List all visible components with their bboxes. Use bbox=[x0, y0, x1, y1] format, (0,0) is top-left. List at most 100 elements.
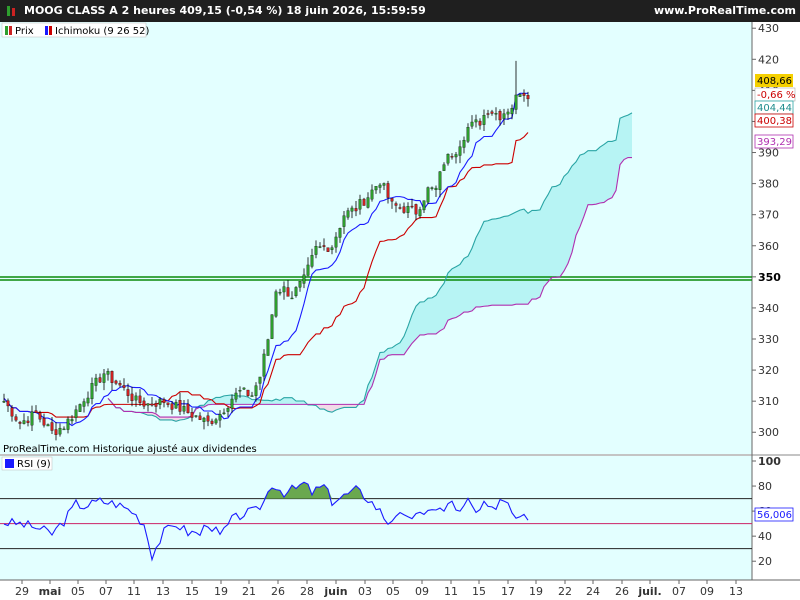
cloud-segment bbox=[240, 395, 244, 405]
cloud-segment bbox=[476, 230, 480, 307]
prix-legend-swatch-red bbox=[9, 26, 12, 35]
cloud-segment bbox=[504, 215, 508, 306]
cloud-segment bbox=[488, 219, 492, 306]
cloud-segment bbox=[508, 214, 512, 306]
cloud-segment bbox=[576, 155, 580, 236]
site-link[interactable]: www.ProRealTime.com bbox=[654, 0, 796, 22]
candle bbox=[326, 247, 330, 252]
rsi-tick-label: 20 bbox=[758, 555, 772, 568]
cloud-segment bbox=[512, 212, 516, 306]
cloud-segment bbox=[540, 201, 544, 297]
cloud-segment bbox=[592, 150, 596, 205]
time-tick-label: juil. bbox=[637, 585, 661, 598]
cloud-segment bbox=[536, 209, 540, 300]
cloud-segment bbox=[464, 256, 468, 313]
time-tick-label: 07 bbox=[99, 585, 113, 598]
kijun-label: 400,38 bbox=[757, 116, 792, 127]
cloud-segment bbox=[604, 141, 608, 203]
rsi-panel-bg bbox=[0, 456, 752, 580]
senkou-b-label: 393,29 bbox=[757, 137, 792, 148]
cloud-segment bbox=[456, 264, 460, 318]
cloud-segment bbox=[496, 217, 500, 306]
time-tick-label: 11 bbox=[127, 585, 141, 598]
time-tick-label: 15 bbox=[185, 585, 199, 598]
cloud-segment bbox=[484, 220, 488, 307]
cloud-segment bbox=[480, 221, 484, 307]
time-tick-label: 13 bbox=[156, 585, 170, 598]
candle bbox=[246, 389, 250, 397]
cloud-segment bbox=[460, 258, 464, 316]
price-legend[interactable]: Prix Ichimoku (9 26 52) bbox=[1, 22, 149, 38]
rsi-tick-label: 40 bbox=[758, 530, 772, 543]
chart-type-icon[interactable] bbox=[4, 4, 18, 18]
cloud-segment bbox=[568, 166, 572, 264]
time-tick-label: 19 bbox=[214, 585, 228, 598]
time-tick-label: juin bbox=[323, 585, 347, 598]
price-tick-label: 430 bbox=[758, 22, 779, 35]
time-tick-label: 09 bbox=[700, 585, 714, 598]
price-tick-label: 390 bbox=[758, 147, 779, 160]
time-tick-label: 26 bbox=[615, 585, 629, 598]
cloud-segment bbox=[564, 172, 568, 271]
time-tick-label: 26 bbox=[271, 585, 285, 598]
time-tick-label: 09 bbox=[415, 585, 429, 598]
cloud-segment bbox=[556, 184, 560, 278]
prix-legend-swatch bbox=[5, 26, 8, 35]
instrument-title: MOOG CLASS A 2 heures 409,15 (-0,54 %) 1… bbox=[24, 4, 426, 17]
rsi-legend-swatch bbox=[5, 459, 14, 468]
rsi-legend-label[interactable]: RSI (9) bbox=[17, 459, 51, 470]
cloud-segment bbox=[612, 140, 616, 198]
rsi-value-label: 56,006 bbox=[757, 510, 792, 521]
cloud-segment bbox=[560, 176, 564, 277]
price-tick-label: 420 bbox=[758, 53, 779, 66]
cloud-segment bbox=[628, 112, 632, 158]
time-tick-label: 28 bbox=[300, 585, 314, 598]
cloud-segment bbox=[580, 153, 584, 227]
cloud-segment bbox=[600, 144, 604, 204]
cloud-segment bbox=[520, 209, 524, 305]
time-tick-label: 21 bbox=[242, 585, 256, 598]
cloud-segment bbox=[516, 210, 520, 305]
cloud-segment bbox=[440, 283, 444, 331]
cloud-segment bbox=[588, 150, 592, 205]
cloud-segment bbox=[436, 288, 440, 334]
candle bbox=[270, 314, 274, 339]
cloud-segment bbox=[428, 297, 432, 334]
candle bbox=[266, 338, 270, 356]
candle bbox=[426, 186, 430, 205]
cloud-segment bbox=[224, 395, 228, 405]
cloud-segment bbox=[472, 237, 476, 311]
cloud-segment bbox=[264, 400, 268, 405]
price-labels: 408,66 -0,66 % 404,44 400,38 393,29 bbox=[754, 74, 796, 149]
chart-area[interactable]: 3003103203303403503603703803904004104204… bbox=[0, 22, 800, 600]
time-tick-label: 03 bbox=[358, 585, 372, 598]
time-tick-label: 11 bbox=[444, 585, 458, 598]
price-tick-label: 370 bbox=[758, 209, 779, 222]
ichimoku-legend-swatch bbox=[45, 26, 48, 35]
time-tick-label: 05 bbox=[386, 585, 400, 598]
price-tick-label: 330 bbox=[758, 333, 779, 346]
time-tick-label: 15 bbox=[472, 585, 486, 598]
cloud-segment bbox=[416, 302, 420, 340]
cloud-segment bbox=[532, 210, 536, 300]
cloud-segment bbox=[492, 218, 496, 306]
price-tick-label: 310 bbox=[758, 395, 779, 408]
cloud-segment bbox=[596, 147, 600, 205]
time-tick-label: 05 bbox=[71, 585, 85, 598]
rsi-tick-label: 80 bbox=[758, 480, 772, 493]
time-tick-label: 24 bbox=[586, 585, 600, 598]
ichimoku-legend-label[interactable]: Ichimoku (9 26 52) bbox=[55, 26, 149, 37]
cloud-segment bbox=[288, 397, 292, 405]
candle bbox=[274, 289, 278, 318]
rsi-tick-label: 100 bbox=[758, 455, 781, 468]
cloud-segment bbox=[552, 186, 556, 278]
time-tick-label: 07 bbox=[672, 585, 686, 598]
time-tick-label: 22 bbox=[558, 585, 572, 598]
prix-legend-label[interactable]: Prix bbox=[15, 26, 34, 37]
cloud-segment bbox=[500, 216, 504, 306]
time-tick-label: 29 bbox=[15, 585, 29, 598]
rsi-legend[interactable]: RSI (9) bbox=[1, 456, 53, 471]
cloud-segment bbox=[380, 352, 384, 360]
price-tick-label: 340 bbox=[758, 302, 779, 315]
last-price-label: 408,66 bbox=[757, 76, 792, 87]
